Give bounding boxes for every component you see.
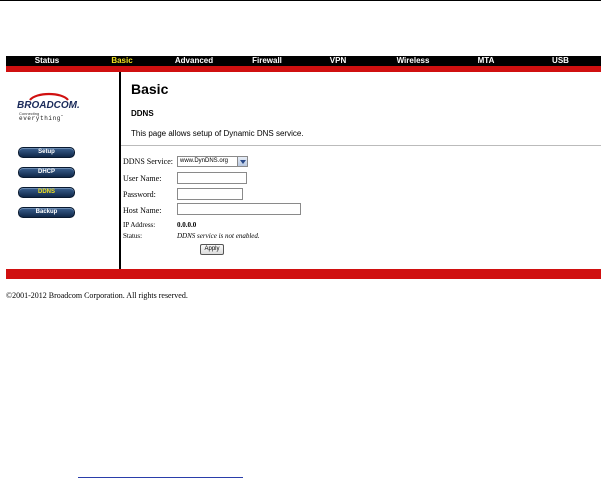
hostname-label: Host Name: bbox=[123, 206, 162, 215]
username-label: User Name: bbox=[123, 174, 162, 183]
password-label: Password: bbox=[123, 190, 156, 199]
nav-vpn[interactable]: VPN bbox=[302, 56, 374, 66]
page-description: This page allows setup of Dynamic DNS se… bbox=[131, 129, 304, 138]
status-value: DDNS service is not enabled. bbox=[177, 232, 260, 240]
username-input[interactable] bbox=[177, 172, 247, 184]
top-rule bbox=[0, 0, 601, 1]
chevron-down-icon[interactable] bbox=[237, 157, 247, 166]
nav-status[interactable]: Status bbox=[6, 56, 88, 66]
sidebar-item-setup[interactable]: Setup bbox=[18, 147, 75, 158]
ip-address-value: 0.0.0.0 bbox=[177, 221, 197, 229]
hostname-input[interactable] bbox=[177, 203, 301, 215]
nav-wireless[interactable]: Wireless bbox=[374, 56, 452, 66]
ddns-service-select[interactable]: www.DynDNS.org bbox=[177, 156, 248, 167]
nav-basic[interactable]: Basic bbox=[88, 56, 156, 66]
main-content: Basic DDNS This page allows setup of Dyn… bbox=[121, 72, 601, 269]
nav-mta[interactable]: MTA bbox=[452, 56, 520, 66]
copyright-text: ©2001-2012 Broadcom Corporation. All rig… bbox=[6, 291, 188, 300]
page-title: Basic bbox=[131, 81, 169, 97]
hyperlink-underline[interactable] bbox=[78, 477, 243, 478]
top-nav: Status Basic Advanced Firewall VPN Wirel… bbox=[6, 56, 601, 66]
nav-firewall[interactable]: Firewall bbox=[232, 56, 302, 66]
nav-usb[interactable]: USB bbox=[520, 56, 601, 66]
logo-tagline-big: everything™ bbox=[19, 115, 64, 122]
ddns-service-value: www.DynDNS.org bbox=[180, 158, 229, 164]
logo-brand-text: BROADCOM. bbox=[17, 100, 80, 111]
ddns-service-label: DDNS Service: bbox=[123, 157, 173, 166]
status-label: Status: bbox=[123, 232, 143, 240]
sidebar: BROADCOM. Connecting everything™ Setup D… bbox=[6, 72, 120, 269]
nav-advanced[interactable]: Advanced bbox=[156, 56, 232, 66]
sidebar-item-dhcp[interactable]: DHCP bbox=[18, 167, 75, 178]
content-divider bbox=[121, 145, 601, 146]
section-title: DDNS bbox=[131, 109, 154, 118]
password-input[interactable] bbox=[177, 188, 243, 200]
sidebar-item-ddns[interactable]: DDNS bbox=[18, 187, 75, 198]
footer-red-stripe bbox=[6, 269, 601, 279]
sidebar-item-backup[interactable]: Backup bbox=[18, 207, 75, 218]
broadcom-logo-icon: BROADCOM. bbox=[17, 92, 80, 111]
ip-address-label: IP Address: bbox=[123, 221, 156, 229]
broadcom-logo: BROADCOM. Connecting everything™ bbox=[16, 91, 96, 122]
apply-button[interactable]: Apply bbox=[200, 244, 224, 255]
